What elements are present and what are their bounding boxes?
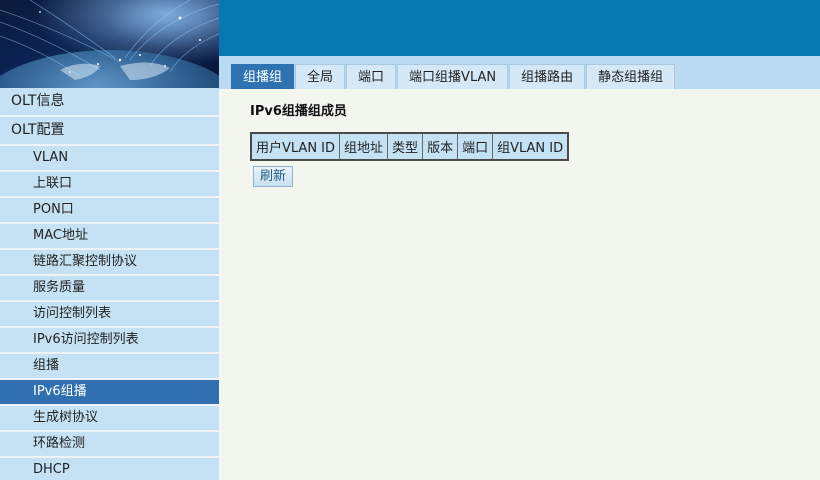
tab-port-multicast-vlan[interactable]: 端口组播VLAN: [397, 64, 509, 89]
sidebar-item-vlan[interactable]: VLAN: [0, 146, 219, 170]
sidebar: OLT信息 OLT配置 VLAN 上联口 PON口 MAC地址 链路汇聚控制协议…: [0, 88, 219, 480]
column-header-port: 端口: [457, 132, 494, 161]
column-header-user-vlan-id: 用户VLAN ID: [250, 132, 341, 161]
sidebar-item-dhcp[interactable]: DHCP: [0, 458, 219, 480]
sidebar-item-qos[interactable]: 服务质量: [0, 276, 219, 300]
header-bar: [219, 0, 820, 56]
column-header-group-vlan-id: 组VLAN ID: [492, 132, 569, 161]
tab-bar: 组播组 全局 端口 端口组播VLAN 组播路由 静态组播组: [231, 64, 676, 89]
table-header-row: 用户VLAN ID 组地址 类型 版本 端口 组VLAN ID: [250, 132, 569, 161]
page-title: IPv6组播组成员: [250, 104, 347, 119]
column-header-group-address: 组地址: [339, 132, 389, 161]
tab-multicast-group[interactable]: 组播组: [231, 64, 295, 89]
sidebar-item-ipv6-acl[interactable]: IPv6访问控制列表: [0, 328, 219, 352]
refresh-button[interactable]: 刷新: [253, 166, 294, 187]
main-content: IPv6组播组成员 用户VLAN ID 组地址 类型 版本 端口 组VLAN I…: [219, 89, 820, 480]
sidebar-item-mac-address[interactable]: MAC地址: [0, 224, 219, 248]
sidebar-item-stp[interactable]: 生成树协议: [0, 406, 219, 430]
globe-banner-image: [0, 0, 219, 88]
column-header-version: 版本: [422, 132, 459, 161]
sidebar-item-pon-port[interactable]: PON口: [0, 198, 219, 222]
tab-global[interactable]: 全局: [295, 64, 346, 89]
tab-static-multicast-group[interactable]: 静态组播组: [586, 64, 676, 89]
sidebar-item-multicast[interactable]: 组播: [0, 354, 219, 378]
multicast-member-table: 用户VLAN ID 组地址 类型 版本 端口 组VLAN ID: [250, 132, 570, 161]
sidebar-item-uplink[interactable]: 上联口: [0, 172, 219, 196]
sidebar-item-lacp[interactable]: 链路汇聚控制协议: [0, 250, 219, 274]
sidebar-item-acl[interactable]: 访问控制列表: [0, 302, 219, 326]
column-header-type: 类型: [387, 132, 424, 161]
sidebar-item-loop-detection[interactable]: 环路检测: [0, 432, 219, 456]
sidebar-item-olt-info[interactable]: OLT信息: [0, 88, 219, 115]
tab-multicast-router[interactable]: 组播路由: [509, 64, 586, 89]
sidebar-item-olt-config[interactable]: OLT配置: [0, 117, 219, 144]
tab-port[interactable]: 端口: [346, 64, 397, 89]
sidebar-item-ipv6-multicast[interactable]: IPv6组播: [0, 380, 219, 404]
